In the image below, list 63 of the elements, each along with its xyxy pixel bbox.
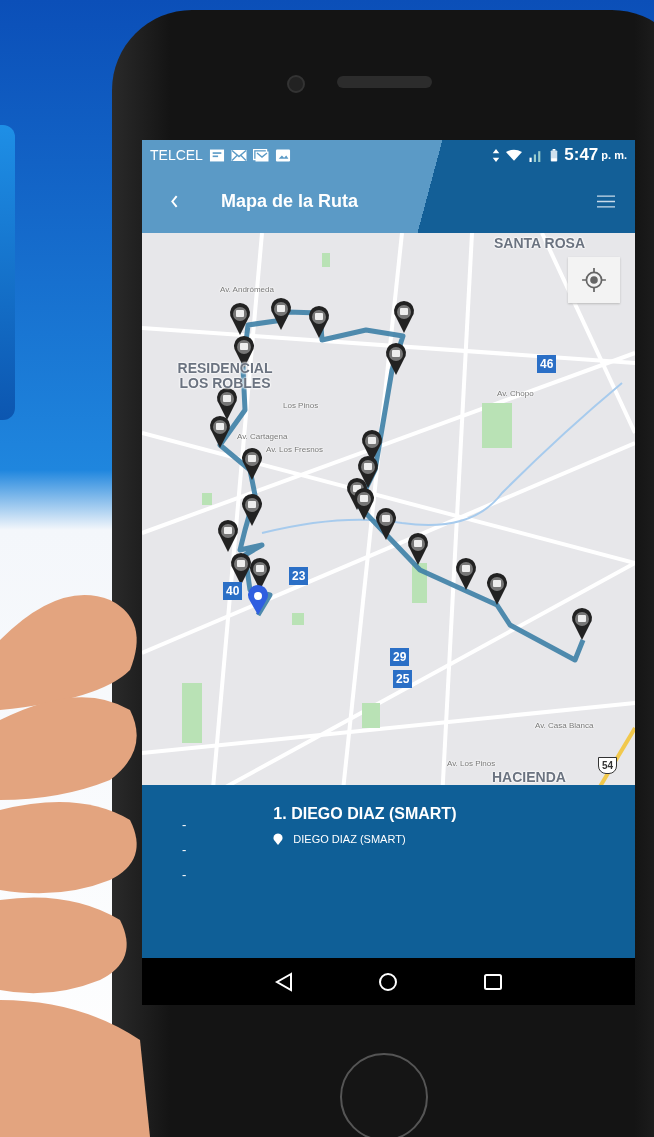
message-icon [208, 148, 225, 162]
carrier-name: TELCEL [150, 147, 203, 163]
clock-time: 5:47 [564, 145, 599, 165]
area-label: HACIENDA [492, 769, 566, 785]
dash-text: - [182, 842, 187, 858]
clock-period: p. m. [601, 149, 627, 161]
dash-text: - [182, 817, 187, 833]
area-label: SANTA ROSA [494, 235, 585, 251]
pin-icon [273, 833, 284, 846]
menu-icon[interactable] [597, 195, 615, 208]
screen-title: Mapa de la Ruta [221, 191, 359, 212]
bus-stop-pin-icon[interactable] [271, 298, 291, 330]
bus-stop-pin-icon[interactable] [242, 448, 262, 480]
bus-stop-pin-icon[interactable] [309, 306, 329, 338]
street-label: Av. Los Fresnos [266, 445, 324, 454]
street-label: Av. Chopo [497, 389, 534, 398]
home-circle-icon[interactable] [378, 971, 399, 992]
street-label: Av. Cartagena [237, 432, 288, 441]
bus-stop-pin-icon[interactable] [456, 558, 476, 590]
park-area [482, 403, 512, 448]
street-label: Av. Andrómeda [220, 285, 274, 294]
data-arrows-icon [492, 148, 501, 162]
bus-stop-pin-icon[interactable] [217, 388, 237, 420]
route-shield: 23 [289, 567, 309, 585]
crosshair-icon [581, 267, 607, 293]
camera-lens [287, 75, 305, 93]
mail-icon [230, 148, 247, 162]
street-label: Av. Los Pinos [447, 759, 496, 768]
bus-stop-pin-icon[interactable] [242, 494, 262, 526]
bus-stop-pin-icon[interactable] [354, 488, 374, 520]
bus-stop-pin-icon[interactable] [487, 573, 507, 605]
bus-stop-pin-icon[interactable] [218, 520, 238, 552]
battery-icon [550, 148, 559, 162]
park-area [292, 613, 304, 625]
bus-stop-pin-icon[interactable] [210, 416, 230, 448]
stop-name: DIEGO DIAZ (SMART) [293, 833, 406, 846]
bus-stop-pin-icon[interactable] [572, 608, 592, 640]
wifi-icon [506, 148, 523, 162]
route-shield: 46 [537, 355, 557, 373]
dash-text: - [182, 867, 187, 883]
park-area [362, 703, 380, 728]
bus-stop-pin-icon[interactable] [394, 301, 414, 333]
bus-stop-pin-icon[interactable] [408, 533, 428, 565]
bus-stop-pin-icon[interactable] [231, 553, 251, 585]
route-shield: 25 [393, 670, 413, 688]
park-area [322, 253, 330, 267]
back-icon[interactable] [170, 195, 179, 208]
route-shield: 29 [390, 648, 410, 666]
park-area [202, 493, 212, 505]
back-triangle-icon[interactable] [274, 971, 295, 992]
bus-stop-pin-icon[interactable] [386, 343, 406, 375]
street-label: Los Pinos [283, 401, 319, 410]
square-icon[interactable] [482, 971, 503, 992]
image-icon [274, 148, 291, 162]
street-label: Av. Casa Blanca [535, 721, 594, 730]
route-shield: 54 [598, 757, 618, 774]
location-pin-icon [248, 585, 268, 615]
park-area [182, 683, 202, 743]
route-shield: 40 [223, 582, 243, 600]
route-title: 1. DIEGO DIAZ (SMART) [273, 805, 457, 824]
bus-stop-pin-icon[interactable] [230, 303, 250, 335]
locate-button[interactable] [568, 257, 620, 303]
bus-stop-pin-icon[interactable] [376, 508, 396, 540]
